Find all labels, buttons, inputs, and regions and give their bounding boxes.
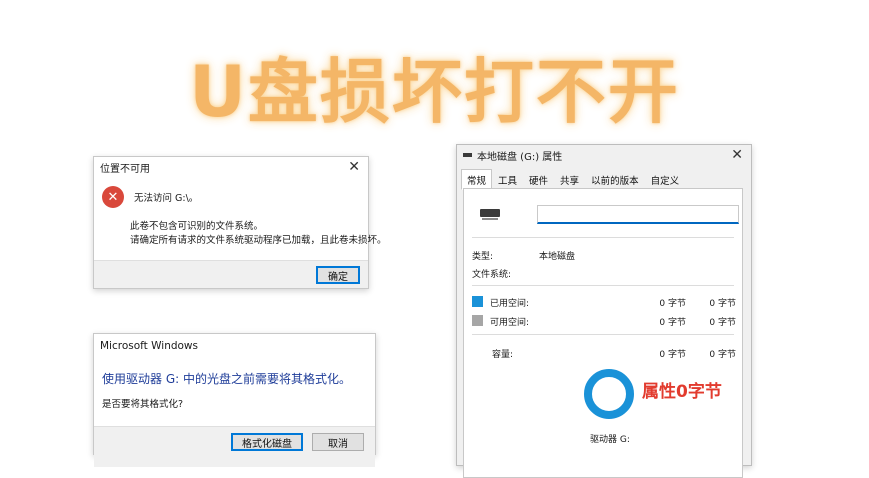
divider: [472, 334, 734, 335]
file-system-label: 文件系统:: [472, 270, 512, 280]
window-titlebar: 本地磁盘 (G:) 属性 ✕: [457, 145, 751, 165]
dialog-titlebar: 位置不可用 ✕: [94, 157, 368, 177]
drive-icon: [480, 209, 500, 220]
drive-letter-label: 驱动器 G:: [590, 435, 630, 445]
headline-title: U盘损坏打不开: [189, 51, 680, 133]
dialog-footer: 确定: [94, 260, 368, 288]
volume-name-input[interactable]: [537, 205, 739, 224]
close-icon[interactable]: ✕: [731, 147, 743, 163]
capacity-size: 0 字节: [709, 350, 736, 360]
tab-tools[interactable]: 工具: [492, 169, 523, 190]
dialog-title: 位置不可用: [100, 163, 150, 175]
dialog-titlebar: Microsoft Windows: [94, 334, 375, 358]
drive-small-icon: [463, 153, 472, 157]
format-prompt-dialog: Microsoft Windows 使用驱动器 G: 中的光盘之前需要将其格式化…: [93, 333, 376, 467]
location-unavailable-dialog: 位置不可用 ✕ ✕ 无法访问 G:\。 此卷不包含可识别的文件系统。 请确定所有…: [93, 156, 387, 289]
capacity-pie-chart: [584, 369, 634, 419]
dialog-footer: 格式化磁盘 取消: [94, 426, 375, 467]
divider: [472, 237, 734, 238]
tab-hardware[interactable]: 硬件: [523, 169, 554, 190]
tab-customize[interactable]: 自定义: [645, 169, 686, 190]
capacity-bytes: 0 字节: [659, 350, 686, 360]
drive-properties-window: 本地磁盘 (G:) 属性 ✕ 常规 工具 硬件 共享 以前的版本 自定义 类型:…: [456, 144, 752, 478]
window-title: 本地磁盘 (G:) 属性: [477, 151, 563, 163]
used-space-size: 0 字节: [709, 299, 736, 309]
general-panel: 类型: 本地磁盘 文件系统: 已用空间: 0 字节 0 字节 可用空间: 0 字…: [463, 188, 743, 478]
error-message-detail-1: 此卷不包含可识别的文件系统。: [130, 221, 264, 232]
tab-previous-versions[interactable]: 以前的版本: [585, 169, 645, 190]
ok-button[interactable]: 确定: [316, 266, 360, 284]
zero-bytes-annotation: 属性0字节: [642, 382, 722, 402]
free-space-size: 0 字节: [709, 318, 736, 328]
cancel-button[interactable]: 取消: [312, 433, 364, 451]
format-heading: 使用驱动器 G: 中的光盘之前需要将其格式化。: [102, 372, 351, 386]
format-question: 是否要将其格式化?: [102, 399, 184, 410]
tab-sharing[interactable]: 共享: [554, 169, 585, 190]
dialog-title: Microsoft Windows: [100, 340, 198, 352]
properties-tabs: 常规 工具 硬件 共享 以前的版本 自定义: [461, 169, 686, 190]
free-space-label: 可用空间:: [490, 318, 530, 328]
type-value: 本地磁盘: [539, 252, 576, 262]
type-label: 类型:: [472, 252, 494, 262]
error-icon: ✕: [102, 186, 124, 208]
dialog-body: ✕ 无法访问 G:\。 此卷不包含可识别的文件系统。 请确定所有请求的文件系统驱…: [94, 177, 387, 261]
divider: [472, 285, 734, 286]
used-space-bytes: 0 字节: [659, 299, 686, 309]
error-message-detail-2: 请确定所有请求的文件系统驱动程序已加载，且此卷未损坏。: [130, 235, 387, 246]
capacity-label: 容量:: [492, 350, 514, 360]
format-disk-button[interactable]: 格式化磁盘: [231, 433, 303, 451]
error-message-main: 无法访问 G:\。: [134, 193, 199, 204]
free-space-bytes: 0 字节: [659, 318, 686, 328]
close-icon[interactable]: ✕: [348, 159, 360, 175]
free-space-swatch: [472, 315, 483, 326]
tab-general[interactable]: 常规: [461, 169, 493, 190]
used-space-swatch: [472, 296, 483, 307]
used-space-label: 已用空间:: [490, 299, 530, 309]
